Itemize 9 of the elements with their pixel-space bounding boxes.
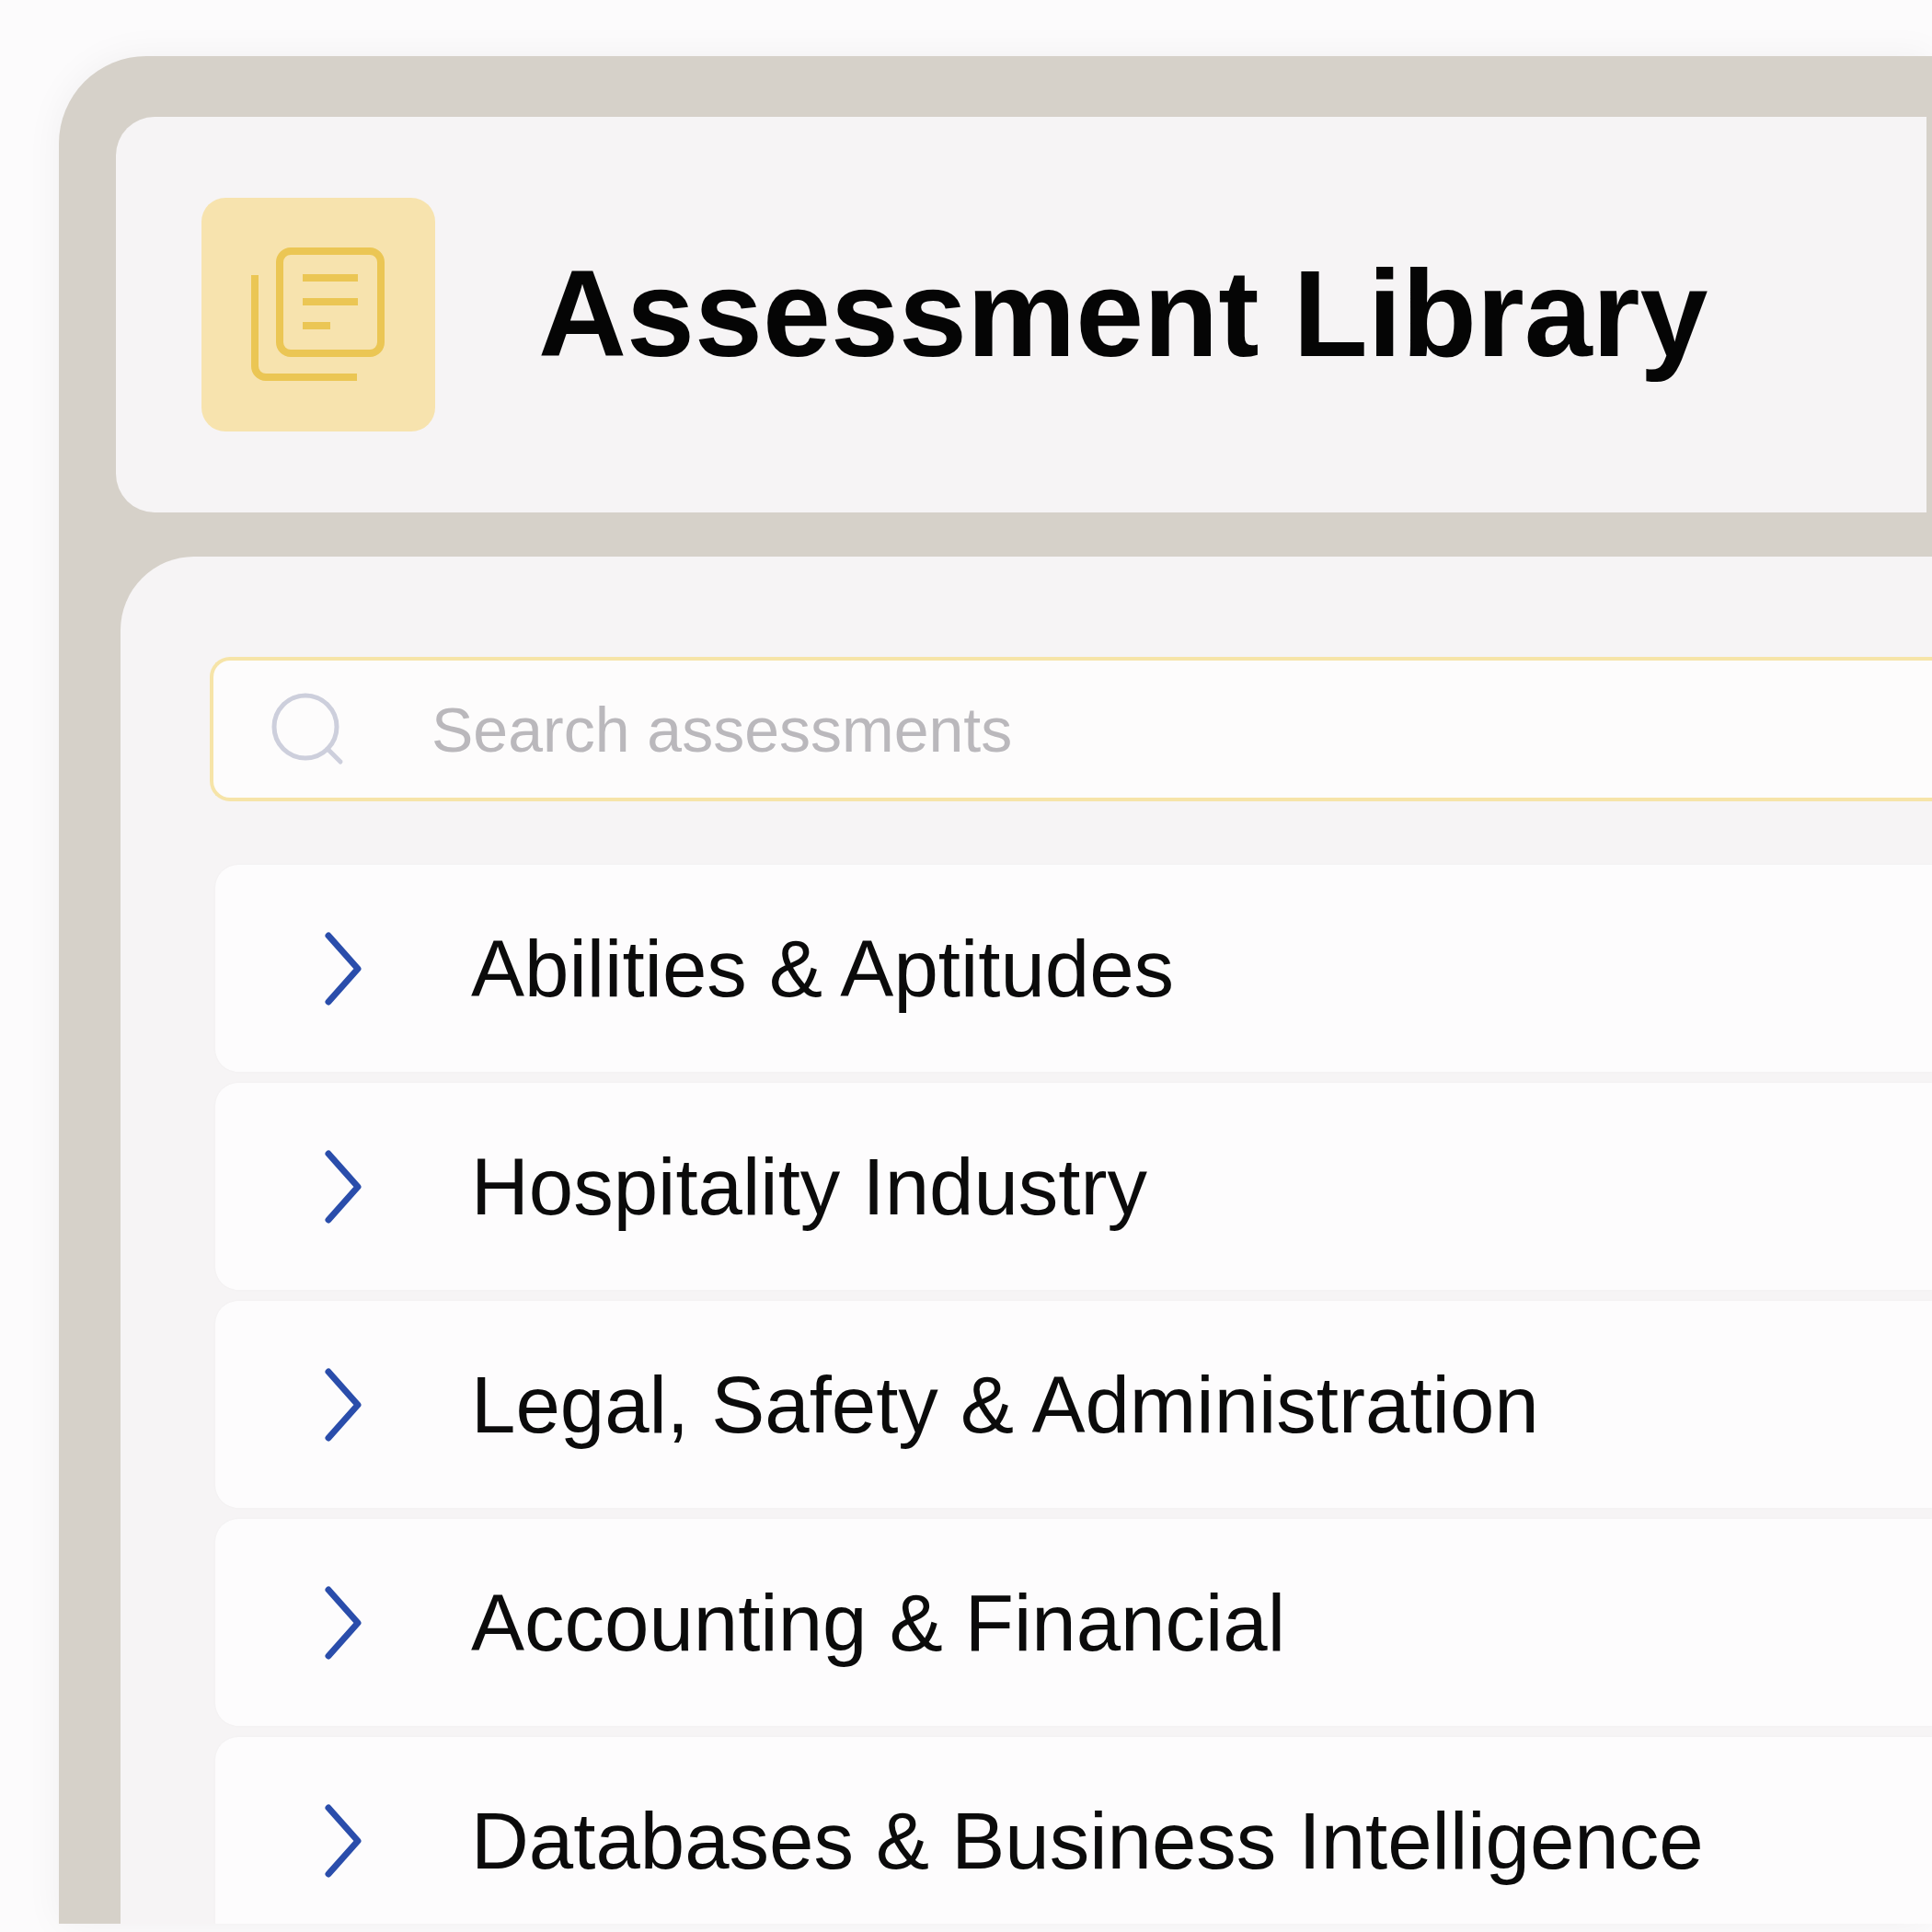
documents-icon xyxy=(201,198,435,431)
category-row[interactable]: Hospitality Industry xyxy=(215,1083,1932,1290)
category-row[interactable]: Legal, Safety & Administration xyxy=(215,1301,1932,1508)
category-row[interactable]: Databases & Business Intelligence xyxy=(215,1737,1932,1924)
page-title: Assessment Library xyxy=(538,245,1708,385)
search-field[interactable]: Search assessments xyxy=(210,657,1932,801)
category-row[interactable]: Accounting & Financial xyxy=(215,1519,1932,1726)
search-icon xyxy=(270,692,344,765)
category-row[interactable]: Abilities & Aptitudes xyxy=(215,865,1932,1072)
